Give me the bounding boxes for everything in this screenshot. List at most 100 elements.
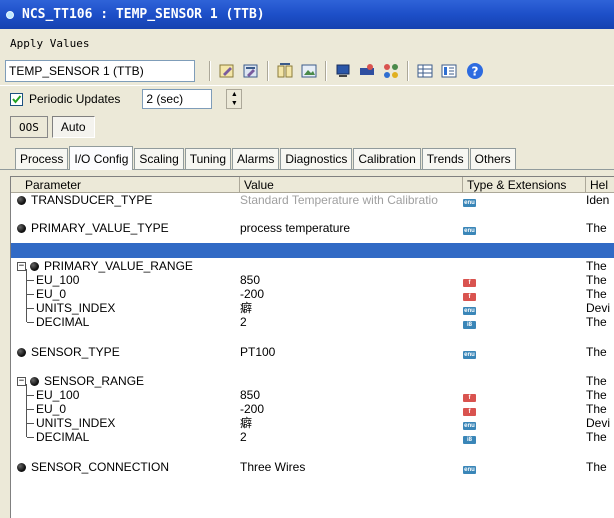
help-cell: The [586,221,607,235]
table-row[interactable]: DECIMAL 2 i8 The [11,430,614,444]
value-cell[interactable]: 癖 [240,416,462,430]
table-row[interactable]: SENSOR_CONNECTION Three Wires enu The [11,460,614,474]
value-cell[interactable]: 850 [240,273,462,287]
table-row[interactable]: TRANSDUCER_TYPE Standard Temperature with… [11,193,614,207]
table-row[interactable]: − PRIMARY_VALUE_RANGE The [11,259,614,273]
update-interval-spinner[interactable]: ▲ ▼ [226,89,243,109]
help-icon[interactable]: ? [466,62,484,80]
parameter-cell: UNITS_INDEX [17,416,239,430]
toolbar: TEMP_SENSOR 1 (TTB) ? [0,57,614,85]
auto-button[interactable]: Auto [51,116,95,138]
monitor-icon[interactable] [334,62,352,80]
value-cell[interactable]: PT100 [240,345,462,359]
type-i8-icon: i8 [463,436,476,444]
value-cell[interactable]: 2 [240,430,462,444]
tab-calibration[interactable]: Calibration [353,148,421,169]
table-row[interactable]: EU_0 -200 f The [11,402,614,416]
help-cell: The [586,402,607,416]
window-title: NCS_TT106 : TEMP_SENSOR 1 (TTB) [22,7,265,22]
type-enu-icon: enu [463,351,476,359]
parameter-name: EU_100 [36,273,80,287]
parameter-cell: EU_0 [17,287,239,301]
apply-values-menu[interactable]: Apply Values [10,37,89,50]
type-cell: enu [463,460,583,474]
value-cell[interactable]: 2 [240,315,462,329]
tree-branch-line [27,408,34,410]
table-row[interactable]: UNITS_INDEX 癖 enu Devi [11,301,614,315]
toolbar-separator [325,61,327,81]
value-cell[interactable]: -200 [240,402,462,416]
table-row[interactable]: − SENSOR_RANGE The [11,374,614,388]
type-flt-icon: f [463,293,476,301]
header-parameter[interactable]: Parameter [21,177,240,193]
edit-icon[interactable] [218,62,236,80]
compare-icon[interactable] [276,62,294,80]
parameter-cell: TRANSDUCER_TYPE [17,193,239,207]
parameter-bullet-icon [30,261,39,271]
collapse-icon[interactable]: − [17,261,26,271]
tree-branch-line [27,436,34,438]
header-value[interactable]: Value [240,177,463,193]
tab-scaling[interactable]: Scaling [134,148,184,169]
parameter-name: DECIMAL [36,315,90,329]
parameter-cell: EU_100 [17,388,239,402]
value-cell[interactable]: -200 [240,287,462,301]
tab-i-o-config[interactable]: I/O Config [69,146,134,170]
table-row[interactable]: PRIMARY_VALUE_TYPE process temperature enu… [11,221,614,235]
collapse-icon[interactable]: − [17,376,26,386]
network-icon[interactable] [382,62,400,80]
tab-tuning[interactable]: Tuning [184,148,231,169]
table-row[interactable]: EU_0 -200 f The [11,287,614,301]
tree-branch-line [27,422,34,424]
list-icon[interactable] [440,62,458,80]
help-cell: The [586,259,607,273]
tab-trends[interactable]: Trends [421,148,469,169]
help-cell: The [586,273,607,287]
table-icon[interactable] [416,62,434,80]
value-cell[interactable]: Standard Temperature with Calibratio [240,193,462,207]
type-cell: i8 [463,430,583,444]
oos-button[interactable]: OOS [10,116,48,138]
table-row[interactable]: EU_100 850 f The [11,388,614,402]
value-cell[interactable]: process temperature [240,221,462,235]
parameter-cell: − PRIMARY_VALUE_RANGE [17,259,239,273]
table-row[interactable]: EU_100 850 f The [11,273,614,287]
tab-others[interactable]: Others [469,148,516,169]
help-cell: The [586,287,607,301]
transfer-icon[interactable] [358,62,376,80]
parameter-bullet-icon [30,376,39,386]
menu-bar: Apply Values [0,29,614,57]
block-select-combo[interactable]: TEMP_SENSOR 1 (TTB) [5,60,195,82]
tab-process[interactable]: Process [15,148,69,169]
periodic-updates-checkbox[interactable] [10,92,23,106]
parameter-name: EU_0 [36,287,67,301]
tab-alarms[interactable]: Alarms [232,148,280,169]
header-help[interactable]: Hel [586,177,614,193]
parameter-name: SENSOR_TYPE [31,345,120,359]
table-row[interactable]: DECIMAL 2 i8 The [11,315,614,329]
value-cell[interactable]: 850 [240,388,462,402]
tab-diagnostics[interactable]: Diagnostics [280,148,353,169]
parameter-cell: SENSOR_CONNECTION [17,460,239,474]
spin-up-icon[interactable]: ▲ [227,90,241,99]
picture-icon[interactable] [300,62,318,80]
parameter-cell: EU_100 [17,273,239,287]
spin-down-icon[interactable]: ▼ [227,99,241,108]
parameter-name: UNITS_INDEX [36,301,116,315]
value-cell[interactable]: 癖 [240,301,462,315]
value-cell[interactable]: Three Wires [240,460,462,474]
help-cell: The [586,374,607,388]
edit-all-icon[interactable] [242,62,260,80]
type-enu-icon: enu [463,466,476,474]
type-cell: f [463,273,583,287]
parameter-cell: SENSOR_TYPE [17,345,239,359]
type-cell: f [463,287,583,301]
toolbar-separator [209,61,211,81]
window-title-bar[interactable]: NCS_TT106 : TEMP_SENSOR 1 (TTB) [0,0,614,29]
table-row[interactable]: UNITS_INDEX 癖 enu Devi [11,416,614,430]
help-cell: The [586,345,607,359]
update-interval-input[interactable]: 2 (sec) [142,89,213,109]
header-type[interactable]: Type & Extensions [463,177,586,193]
table-row[interactable]: SENSOR_TYPE PT100 enu The [11,345,614,359]
selected-table-row[interactable] [11,243,614,258]
